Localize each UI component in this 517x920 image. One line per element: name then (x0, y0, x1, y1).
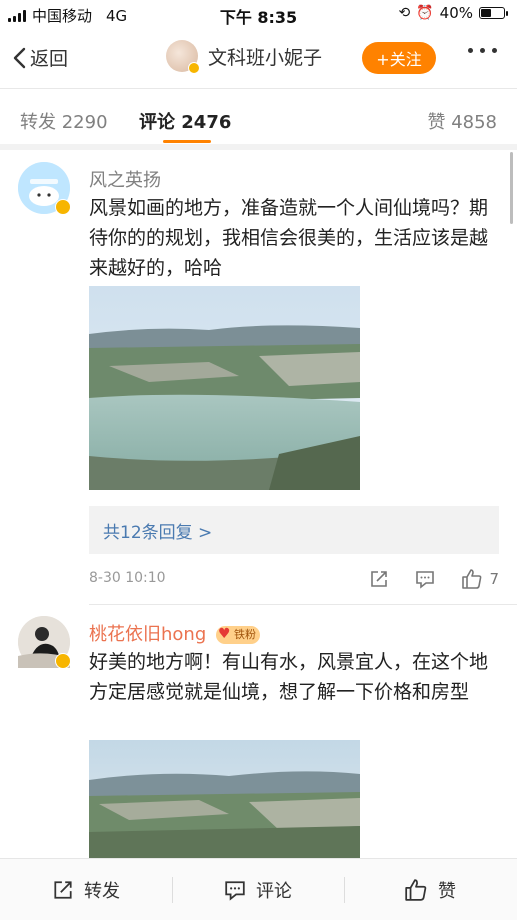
repost-button[interactable]: 转发 (52, 877, 120, 903)
divider (344, 877, 345, 903)
follow-button[interactable]: +关注 (362, 42, 436, 74)
share-icon (54, 881, 72, 899)
verified-icon (188, 62, 200, 74)
avatar[interactable] (18, 616, 71, 669)
like-button[interactable]: 7 (461, 568, 499, 590)
tab-likes[interactable]: 赞 4858 (427, 108, 497, 134)
thumbs-up-icon (405, 879, 427, 901)
battery-percent: 40% (439, 4, 473, 22)
repost-label: 转发 (84, 881, 120, 902)
scrollbar[interactable] (510, 152, 513, 224)
thumbs-up-icon (462, 569, 482, 589)
tab-reposts[interactable]: 转发 2290 (20, 108, 108, 134)
comment-username[interactable]: 桃花依旧hong (89, 624, 206, 645)
comment-photo[interactable] (89, 286, 360, 490)
comment-username[interactable]: 风之英扬 (89, 166, 161, 192)
nav-bar: 返回 文科班小妮子 +关注 (0, 30, 517, 86)
replies-label: 共12条回复 > (103, 523, 213, 543)
divider (89, 604, 517, 605)
nav-username: 文科班小妮子 (208, 46, 323, 69)
back-button[interactable]: 返回 (12, 44, 68, 71)
replies-link[interactable]: 共12条回复 > (89, 506, 499, 554)
like-button[interactable]: 赞 (404, 877, 456, 903)
rotation-lock-icon: ⟲ (398, 5, 411, 21)
like-count: 7 (489, 570, 499, 588)
divider (0, 88, 517, 89)
bottom-toolbar: 转发 评论 赞 (0, 858, 517, 920)
verified-icon (55, 653, 71, 669)
avatar[interactable] (166, 40, 200, 74)
share-icon[interactable] (369, 569, 389, 589)
verified-icon (55, 199, 71, 215)
active-tab-indicator (163, 140, 211, 143)
fan-badge: 铁粉 (216, 625, 260, 644)
comment-text: 好美的地方啊！有山有水，风景宜人，在这个地方定居感觉就是仙境，想了解一下价格和房… (89, 651, 489, 703)
more-icon[interactable] (468, 48, 497, 53)
reply-icon[interactable] (415, 569, 435, 589)
tab-bar: 转发 2290 评论 2476 赞 4858 (0, 92, 517, 148)
comment-icon (225, 881, 245, 901)
comment-text: 风景如画的地方，准备造就一个人间仙境吗？期待你的的规划，我相信会很美的，生活应该… (89, 197, 489, 279)
nav-user[interactable]: 文科班小妮子 (166, 40, 323, 74)
comment-label: 评论 (256, 881, 292, 902)
comment-photo[interactable] (89, 740, 360, 860)
comment-button[interactable]: 评论 (224, 877, 292, 903)
tab-comments[interactable]: 评论 2476 (139, 108, 231, 134)
alarm-icon: ⏰ (416, 5, 434, 21)
battery-icon (479, 7, 508, 19)
like-label: 赞 (438, 881, 456, 902)
divider (172, 877, 173, 903)
comment-username-row: 桃花依旧hong 铁粉 (89, 620, 260, 646)
chevron-left-icon (13, 47, 26, 68)
status-bar: 中国移动 4G 下午 8:35 ⟲ ⏰ 40% (0, 0, 517, 28)
divider (0, 144, 517, 150)
comment-timestamp: 8-30 10:10 (89, 570, 166, 586)
avatar[interactable] (18, 162, 71, 215)
back-label: 返回 (30, 48, 69, 70)
